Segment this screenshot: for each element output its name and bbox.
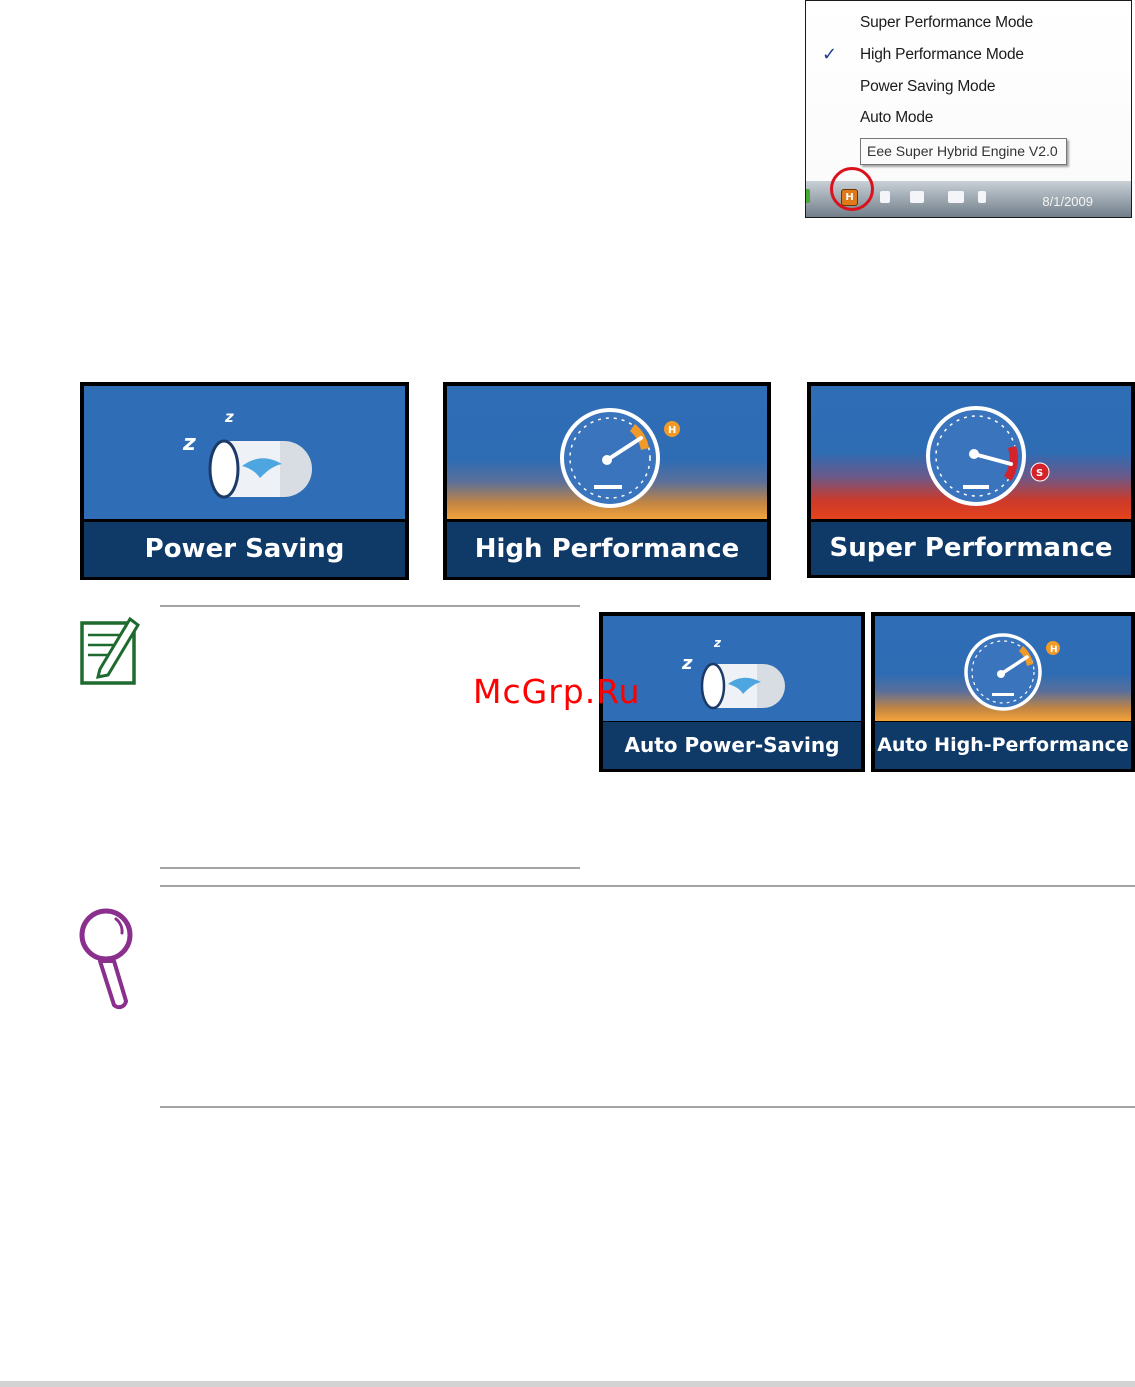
power-saving-scene: z z — [84, 386, 405, 519]
highlight-circle — [830, 167, 874, 211]
battery-sleep-icon: z z — [681, 636, 785, 710]
svg-text:z: z — [224, 408, 234, 426]
mode-badge: H — [1050, 645, 1058, 655]
hint-bottom-rule — [160, 1106, 1135, 1108]
volume-icon — [978, 191, 986, 203]
panel-label: Auto High-Performance — [875, 722, 1131, 769]
flag-icon — [880, 191, 890, 203]
panel-high-performance: H High Performance — [443, 382, 771, 580]
note-bottom-rule — [160, 867, 580, 869]
panel-auto-high-performance: H Auto High-Performance — [871, 612, 1135, 772]
context-menu: Super Performance Mode ✓ High Performanc… — [806, 1, 1131, 181]
panel-label: Super Performance — [811, 522, 1131, 575]
svg-text:z: z — [182, 431, 196, 456]
checkmark-icon: ✓ — [822, 44, 838, 65]
gauge-icon: S — [926, 406, 1050, 506]
svg-text:z: z — [713, 636, 722, 650]
super-performance-scene: S — [811, 386, 1131, 519]
high-performance-scene: H — [447, 386, 767, 519]
auto-high-performance-scene: H — [875, 616, 1131, 721]
panel-label: Power Saving — [84, 522, 405, 577]
panel-power-saving: z z Power Saving — [80, 382, 409, 580]
taskbar: H 8/1/2009 — [806, 167, 1131, 217]
gauge-icon: H — [964, 633, 1060, 711]
network-icon — [806, 189, 810, 203]
tray-menu-screenshot: Super Performance Mode ✓ High Performanc… — [805, 0, 1132, 218]
panel-label: Auto Power-Saving — [603, 722, 861, 769]
note-top-rule — [160, 605, 580, 607]
svg-text:z: z — [681, 653, 693, 674]
power-icon — [948, 191, 964, 203]
panel-label: High Performance — [447, 522, 767, 577]
panel-super-performance: S Super Performance — [807, 382, 1135, 578]
page-bottom-bar — [0, 1381, 1135, 1387]
mode-badge: S — [1036, 468, 1043, 479]
menu-item-high-performance[interactable]: High Performance Mode — [860, 46, 1024, 64]
menu-item-auto-mode[interactable]: Auto Mode — [860, 109, 933, 127]
clock-date: 8/1/2009 — [1042, 194, 1093, 209]
hint-top-rule — [160, 885, 1135, 887]
menu-item-super-performance[interactable]: Super Performance Mode — [860, 14, 1033, 32]
monitor-icon — [910, 191, 924, 203]
battery-sleep-icon: z z — [182, 408, 312, 499]
menu-item-power-saving[interactable]: Power Saving Mode — [860, 78, 996, 96]
mode-badge: H — [668, 425, 676, 436]
note-pencil-icon — [80, 616, 140, 685]
magnifier-icon — [79, 908, 133, 1010]
gauge-icon: H — [560, 408, 680, 508]
watermark: McGrp.Ru — [473, 672, 641, 711]
auto-power-saving-scene: z z — [603, 616, 861, 721]
tooltip: Eee Super Hybrid Engine V2.0 — [860, 138, 1067, 165]
